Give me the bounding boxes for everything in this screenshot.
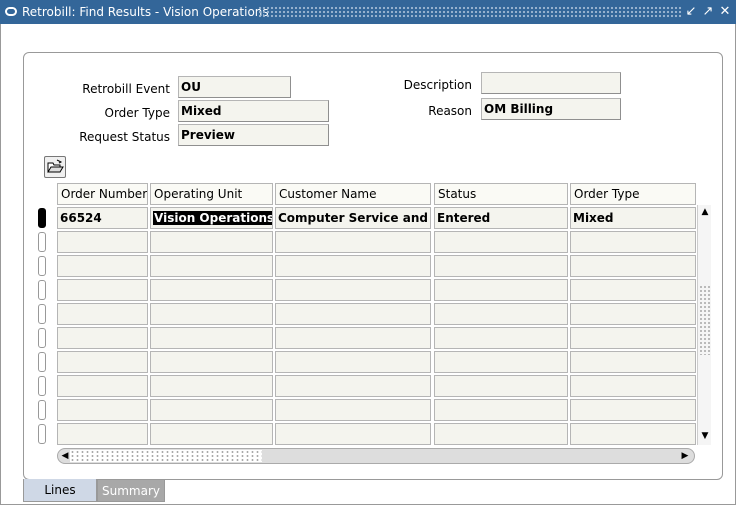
cell-status[interactable] [434,279,568,301]
reason-field[interactable]: OM Billing [481,98,621,120]
cell-order-type[interactable] [570,255,696,277]
horizontal-scroll-thumb[interactable] [70,450,262,462]
row-indicator[interactable] [38,328,46,348]
selected-cell-text: Vision Operations [153,211,272,225]
order-type-field[interactable]: Mixed [178,100,329,122]
column-header-customer-name[interactable]: Customer Name [275,183,431,205]
cell-operating-unit[interactable] [150,399,273,421]
scroll-right-icon[interactable]: ▶ [678,449,692,463]
close-icon[interactable]: ✕ [718,3,732,20]
minimize-icon[interactable]: ↙ [684,3,698,20]
description-field[interactable] [481,72,621,94]
row-indicator[interactable] [38,256,46,276]
cell-order-number[interactable] [57,231,148,253]
vertical-scrollbar[interactable]: ▲ ▼ [697,205,711,445]
cell-customer-name[interactable] [275,423,431,445]
column-header-status[interactable]: Status [434,183,568,205]
cell-operating-unit[interactable] [150,375,273,397]
cell-status[interactable] [434,423,568,445]
row-indicator[interactable] [38,352,46,372]
cell-order-type[interactable] [570,303,696,325]
tab-summary[interactable]: Summary [97,479,165,502]
row-indicator[interactable] [38,280,46,300]
maximize-icon[interactable]: ↗ [701,3,715,20]
retrobill-event-field[interactable]: OU [178,76,291,98]
cell-order-number[interactable] [57,279,148,301]
cell-customer-name[interactable] [275,303,431,325]
cell-order-type[interactable] [570,399,696,421]
column-header-order-number[interactable]: Order Number [57,183,148,205]
cell-order-number[interactable] [57,327,148,349]
cell-customer-name[interactable] [275,255,431,277]
cell-status[interactable] [434,375,568,397]
row-indicator[interactable] [38,232,46,252]
tab-lines[interactable]: Lines [23,479,97,502]
column-header-order-type[interactable]: Order Type [570,183,696,205]
cell-order-number[interactable] [57,351,148,373]
cell-order-number[interactable] [57,375,148,397]
column-header-operating-unit[interactable]: Operating Unit [150,183,273,205]
cell-customer-name[interactable] [275,231,431,253]
cell-customer-name[interactable] [275,351,431,373]
cell-customer-name[interactable]: Computer Service and Rentals [275,207,431,229]
cell-operating-unit[interactable]: Vision Operations [150,207,273,229]
cell-status[interactable] [434,351,568,373]
cell-status[interactable] [434,255,568,277]
row-indicator[interactable] [38,304,46,324]
cell-operating-unit[interactable] [150,327,273,349]
request-status-field[interactable]: Preview [178,124,329,146]
cell-operating-unit[interactable] [150,231,273,253]
cell-customer-name[interactable] [275,279,431,301]
order-type-label: Order Type [104,106,170,120]
window-menu-icon[interactable] [5,7,17,16]
window-controls: ↙ ↗ ✕ [684,3,732,21]
cell-order-type[interactable] [570,375,696,397]
request-status-label: Request Status [79,130,170,144]
cell-operating-unit[interactable] [150,255,273,277]
reason-label: Reason [428,104,472,118]
cell-customer-name[interactable] [275,399,431,421]
cell-status[interactable]: Entered [434,207,568,229]
window-title: Retrobill: Find Results - Vision Operati… [22,5,269,19]
cell-operating-unit[interactable] [150,279,273,301]
cell-order-type[interactable] [570,351,696,373]
cell-status[interactable] [434,231,568,253]
cell-operating-unit[interactable] [150,423,273,445]
folder-open-icon [47,159,64,173]
cell-order-type[interactable] [570,423,696,445]
cell-customer-name[interactable] [275,327,431,349]
row-indicator[interactable] [38,208,46,228]
retrobill-event-label: Retrobill Event [82,82,170,96]
vertical-scroll-thumb[interactable] [699,285,711,355]
cell-order-number[interactable] [57,303,148,325]
folder-button[interactable] [44,156,66,178]
cell-order-number[interactable] [57,255,148,277]
cell-order-type[interactable] [570,279,696,301]
cell-operating-unit[interactable] [150,303,273,325]
row-indicator[interactable] [38,424,46,444]
cell-customer-name[interactable] [275,375,431,397]
horizontal-scrollbar[interactable]: ◀ ▶ [57,448,695,464]
cell-status[interactable] [434,303,568,325]
cell-order-type[interactable] [570,231,696,253]
cell-status[interactable] [434,399,568,421]
cell-order-number[interactable]: 66524 [57,207,148,229]
title-bar-grip[interactable] [258,6,682,18]
description-label: Description [403,78,472,92]
scroll-up-icon[interactable]: ▲ [698,205,712,219]
row-indicator[interactable] [38,400,46,420]
cell-order-number[interactable] [57,423,148,445]
cell-operating-unit[interactable] [150,351,273,373]
scroll-down-icon[interactable]: ▼ [698,429,712,443]
title-bar: Retrobill: Find Results - Vision Operati… [0,0,736,24]
cell-order-type[interactable]: Mixed [570,207,696,229]
cell-status[interactable] [434,327,568,349]
cell-order-type[interactable] [570,327,696,349]
row-indicator[interactable] [38,376,46,396]
cell-order-number[interactable] [57,399,148,421]
